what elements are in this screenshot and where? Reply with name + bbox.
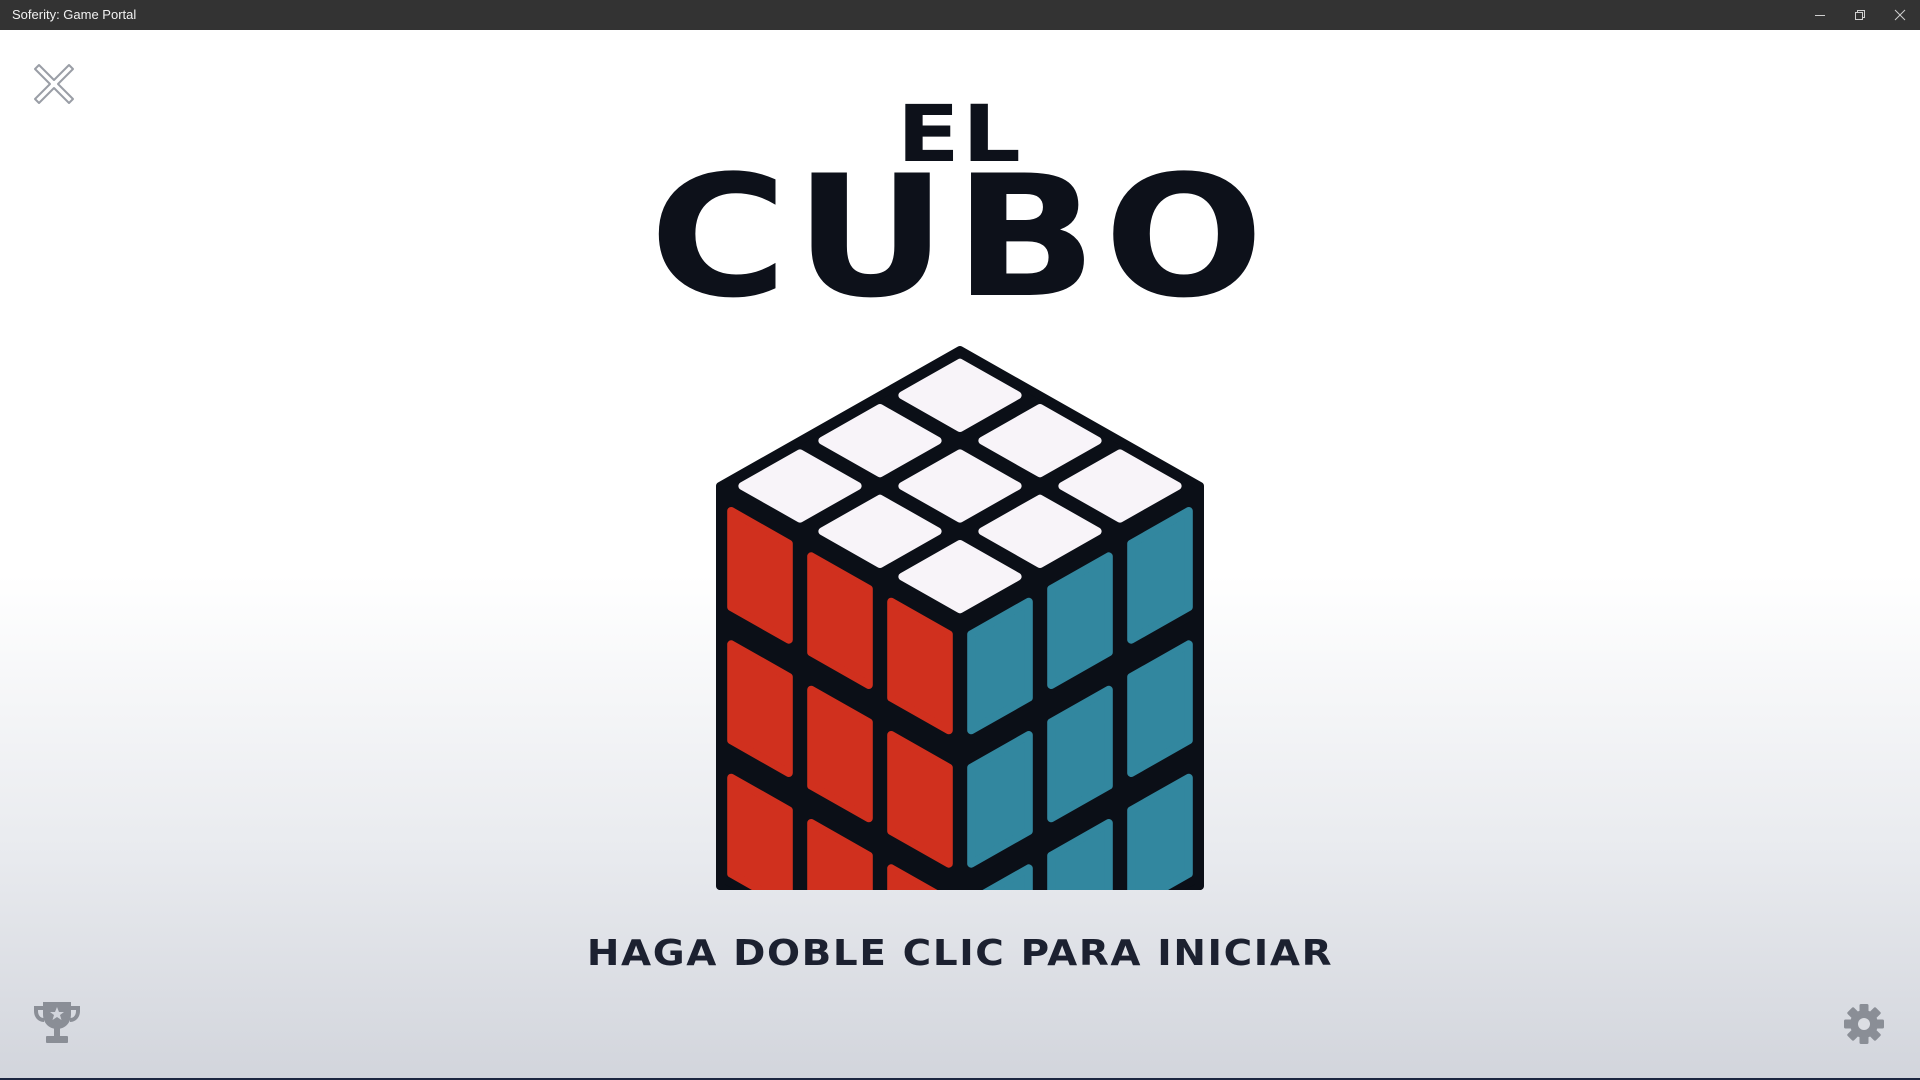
game-title-line2: CUBO xyxy=(649,139,1271,335)
achievements-button[interactable] xyxy=(30,998,84,1046)
minimize-button[interactable] xyxy=(1800,0,1840,30)
window-title: Soferity: Game Portal xyxy=(12,7,137,22)
trophy-icon xyxy=(34,1002,80,1043)
rubiks-cube-illustration xyxy=(710,340,1210,1026)
close-icon xyxy=(1894,9,1906,21)
settings-button[interactable] xyxy=(1843,1003,1885,1045)
restore-icon xyxy=(1855,10,1865,20)
start-prompt: HAGA DOBLE CLIC PARA INICIAR xyxy=(586,933,1334,974)
window-close-button[interactable] xyxy=(1880,0,1920,30)
minimize-icon xyxy=(1815,15,1825,16)
window-titlebar: Soferity: Game Portal xyxy=(0,0,1920,30)
restore-button[interactable] xyxy=(1840,0,1880,30)
cube-svg xyxy=(716,346,1204,1026)
gear-icon xyxy=(1844,1004,1884,1044)
